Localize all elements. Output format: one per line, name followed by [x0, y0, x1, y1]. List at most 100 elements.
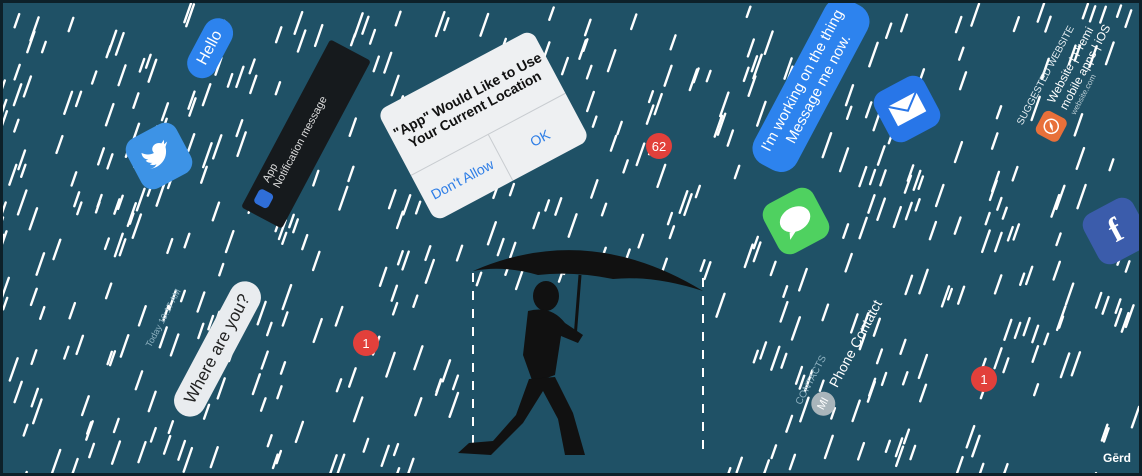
rain-streak [259, 397, 267, 412]
rain-streak [622, 159, 629, 174]
rain-streak [600, 246, 607, 262]
rain-streak [659, 257, 668, 278]
rain-streak [1055, 232, 1062, 247]
rain-streak [313, 23, 324, 48]
rain-streak [28, 207, 39, 231]
rain-streak [752, 235, 759, 250]
rain-streak [868, 41, 879, 68]
rain-streak [260, 350, 269, 370]
rain-streak [1130, 405, 1139, 429]
rain-streak [742, 66, 750, 83]
rain-streak [104, 282, 113, 300]
rain-streak [586, 90, 595, 113]
rain-streak [917, 353, 929, 380]
rain-streak [668, 225, 676, 240]
rain-streak [953, 140, 964, 164]
rain-streak [1070, 351, 1082, 377]
rain-streak [74, 90, 83, 108]
rain-streak [177, 439, 187, 461]
rain-streak [119, 334, 130, 358]
app-icon [252, 187, 275, 210]
rain-streak [138, 57, 146, 73]
rain-streak [441, 359, 452, 383]
rain-streak [782, 285, 789, 298]
rain-streak [746, 38, 755, 58]
rain-streak [196, 291, 206, 313]
rain-streak [266, 434, 273, 448]
rain-streak [50, 448, 62, 473]
rain-streak [216, 377, 226, 400]
rain-streak [249, 74, 258, 95]
rain-streak [137, 440, 147, 464]
rain-streak [557, 268, 565, 283]
rain-streak [276, 385, 283, 400]
rain-streak [288, 213, 295, 229]
rain-streak [719, 91, 730, 118]
rain-streak [902, 428, 911, 445]
rain-streak [699, 259, 706, 273]
rain-streak [899, 338, 907, 355]
rain-streak [235, 118, 244, 138]
rain-streak [1043, 332, 1050, 346]
rain-streak [292, 218, 299, 234]
rain-streak [645, 104, 655, 125]
rain-streak [821, 303, 830, 322]
rain-streak [224, 229, 235, 254]
rain-streak [20, 163, 27, 179]
rain-streak [167, 420, 175, 435]
rain-streak [934, 183, 945, 208]
rain-streak [496, 237, 505, 257]
rain-streak [585, 64, 593, 80]
rain-streak [560, 56, 569, 76]
rain-streak [844, 83, 855, 107]
rain-streak [567, 213, 578, 238]
rain-streak [394, 10, 402, 27]
rain-streak [876, 145, 886, 166]
rain-streak [981, 229, 991, 254]
rain-streak [63, 90, 74, 116]
rain-streak [202, 403, 211, 420]
rain-streak [13, 380, 23, 404]
rain-streak [396, 249, 404, 266]
rain-streak [162, 434, 172, 455]
rain-streak [424, 244, 432, 262]
rain-streak [94, 200, 101, 214]
rain-streak [821, 131, 833, 159]
rain-streak [13, 118, 20, 133]
rain-streak [745, 5, 752, 19]
rain-streak [940, 285, 951, 308]
rain-streak [412, 294, 419, 308]
rain-streak [335, 378, 343, 393]
rain-streak [554, 196, 563, 216]
rain-streak [735, 456, 743, 473]
rain-streak [1124, 260, 1131, 273]
rain-streak [879, 169, 887, 187]
rain-streak [347, 165, 355, 183]
rain-streak [864, 101, 873, 119]
rain-streak [40, 40, 47, 54]
rain-streak [995, 104, 1003, 120]
rain-streak [383, 51, 393, 74]
rain-streak [104, 102, 115, 127]
rain-streak [372, 55, 380, 73]
rain-streak [455, 244, 464, 262]
rain-streak [385, 351, 396, 378]
rain-streak [451, 374, 460, 391]
rain-streak [134, 370, 144, 391]
rain-streak [348, 367, 357, 388]
rain-streak [395, 210, 404, 230]
rain-streak [759, 341, 768, 360]
rain-streak [688, 68, 699, 92]
rain-streak [838, 147, 850, 173]
rain-streak [380, 444, 390, 467]
rain-streak [39, 305, 46, 320]
rain-streak [251, 373, 261, 396]
rain-streak [635, 142, 646, 167]
rain-streak [884, 439, 891, 453]
rain-streak [858, 216, 868, 240]
rain-streak [752, 349, 759, 364]
rain-streak [954, 15, 963, 34]
rain-streak [1036, 3, 1046, 23]
rain-streak [25, 470, 28, 473]
rain-streak [166, 237, 174, 255]
